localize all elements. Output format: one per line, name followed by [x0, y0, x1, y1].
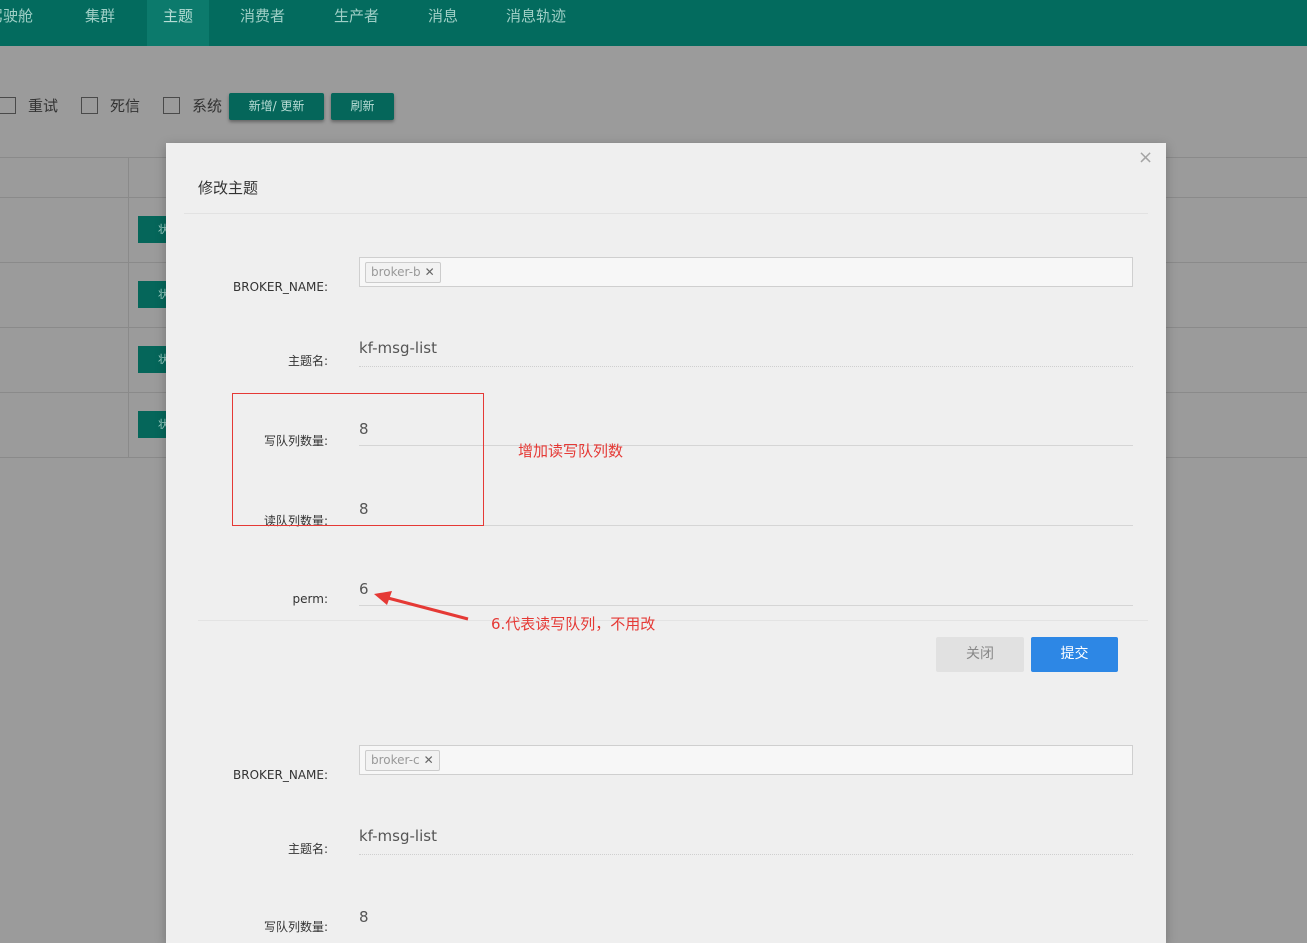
dead-letter-checkbox[interactable]: [81, 97, 98, 114]
field-underline: [359, 854, 1133, 855]
nav-item-topic[interactable]: 主题: [147, 0, 209, 46]
broker-name-select[interactable]: broker-c ✕: [359, 745, 1133, 775]
table-column-divider: [128, 157, 129, 457]
topic-name-label: 主题名:: [287, 842, 328, 856]
system-label: 系统: [192, 97, 223, 115]
table-divider: [1166, 262, 1307, 263]
table-row-status-button[interactable]: 状: [138, 346, 169, 373]
retry-label: 重试: [28, 97, 59, 115]
dead-letter-label: 死信: [110, 97, 141, 115]
table-divider: [1166, 457, 1307, 458]
nav-item-message-trace[interactable]: 消息轨迹: [506, 0, 586, 46]
add-update-button[interactable]: 新增/ 更新: [229, 93, 324, 120]
table-divider: [0, 327, 166, 328]
close-button[interactable]: 关闭: [936, 637, 1024, 672]
broker-tag: broker-b ✕: [365, 262, 441, 283]
topic-name-label: 主题名:: [287, 354, 328, 368]
field-underline: [359, 605, 1133, 606]
remove-tag-icon[interactable]: ✕: [424, 753, 434, 767]
edit-topic-dialog: × 修改主题 BROKER_NAME: broker-b ✕ 主题名: kf-ms…: [166, 143, 1166, 943]
broker-name-label: BROKER_NAME:: [233, 280, 328, 294]
remove-tag-icon[interactable]: ✕: [425, 265, 435, 279]
dialog-title: 修改主题: [198, 179, 259, 197]
annotation-highlight-box: [232, 393, 484, 526]
retry-checkbox[interactable]: [0, 97, 16, 114]
broker-name-label: BROKER_NAME:: [233, 768, 328, 782]
perm-input[interactable]: 6: [359, 580, 369, 598]
table-divider: [0, 457, 166, 458]
table-divider: [1166, 197, 1307, 198]
nav-item-cluster[interactable]: 集群: [85, 0, 125, 46]
perm-label: perm:: [292, 592, 328, 606]
broker-tag-label: broker-c: [371, 753, 420, 767]
annotation-perm-note: 6.代表读写队列，不用改: [491, 615, 656, 633]
broker-tag: broker-c ✕: [365, 750, 440, 771]
topic-name-field: kf-msg-list: [359, 827, 437, 845]
submit-button[interactable]: 提交: [1031, 637, 1118, 672]
dialog-header-divider: [184, 213, 1148, 214]
table-row-status-button[interactable]: 状: [138, 411, 169, 438]
field-underline: [359, 366, 1133, 367]
table-row-status-button[interactable]: 状: [138, 216, 169, 243]
table-divider: [0, 197, 166, 198]
nav-item-producer[interactable]: 生产者: [334, 0, 394, 46]
table-divider: [1166, 327, 1307, 328]
broker-name-select[interactable]: broker-b ✕: [359, 257, 1133, 287]
table-divider: [0, 392, 166, 393]
nav-item-dashboard[interactable]: 驾驶舱: [0, 0, 50, 46]
nav-item-message[interactable]: 消息: [428, 0, 468, 46]
section-divider: [198, 620, 1148, 621]
top-nav: 驾驶舱 集群 主题 消费者 生产者 消息 消息轨迹: [0, 0, 1307, 46]
table-divider: [0, 157, 166, 158]
topic-name-field: kf-msg-list: [359, 339, 437, 357]
write-queue-label: 写队列数量:: [263, 920, 328, 934]
refresh-button[interactable]: 刷新: [331, 93, 394, 120]
annotation-queue-note: 增加读写队列数: [518, 442, 624, 460]
table-divider: [0, 262, 166, 263]
table-divider: [1166, 392, 1307, 393]
table-row-status-button[interactable]: 状: [138, 281, 169, 308]
annotation-arrow-icon: [374, 591, 469, 621]
nav-item-consumer[interactable]: 消费者: [240, 0, 300, 46]
write-queue-input[interactable]: 8: [359, 908, 369, 926]
table-divider: [1166, 157, 1307, 158]
close-icon[interactable]: ×: [1138, 147, 1153, 168]
broker-tag-label: broker-b: [371, 265, 421, 279]
system-checkbox[interactable]: [163, 97, 180, 114]
